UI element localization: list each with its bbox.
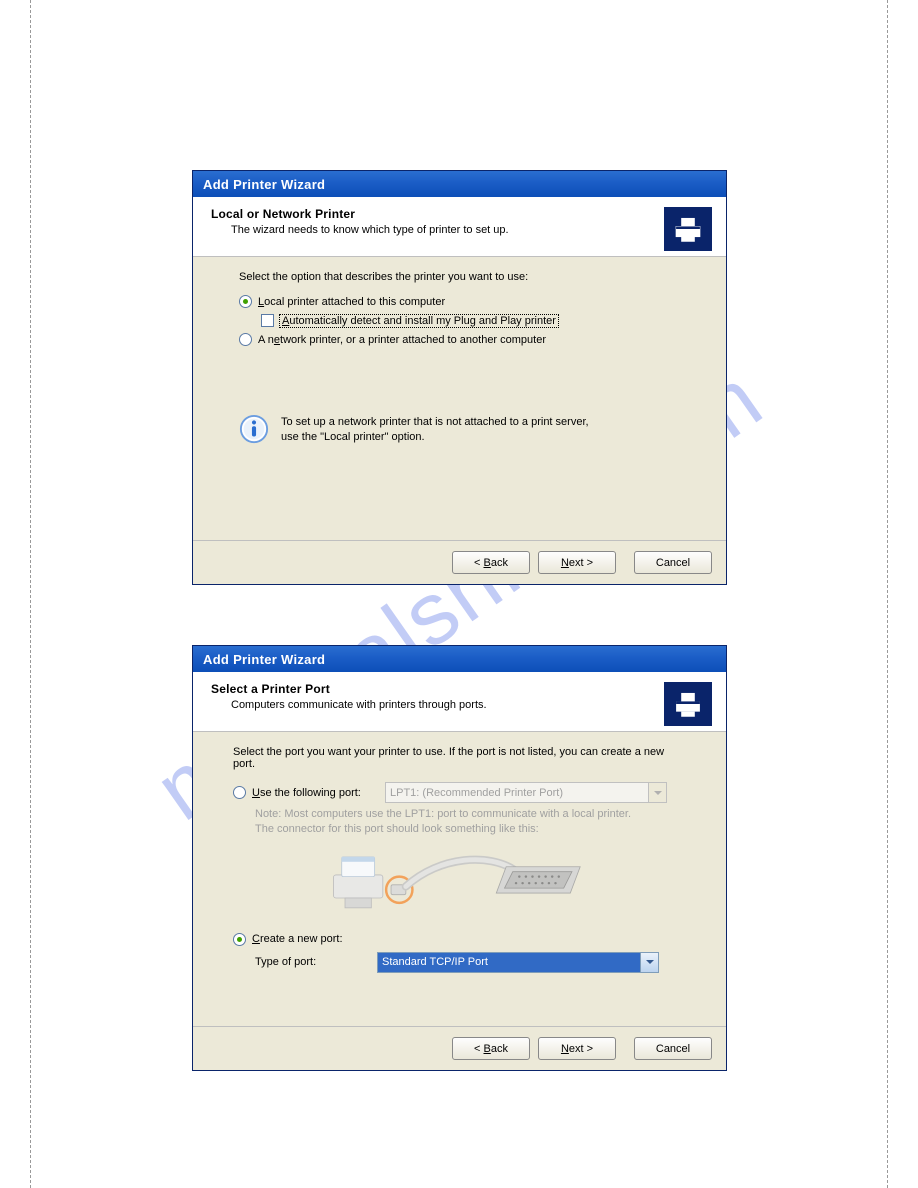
port-dropdown-value: LPT1: (Recommended Printer Port): [390, 787, 563, 799]
info-icon: [239, 414, 269, 444]
radio-use-label: Use the following port:: [252, 787, 361, 799]
radio-use-port-row: Use the following port: LPT1: (Recommend…: [233, 782, 708, 803]
cancel-button[interactable]: Cancel: [634, 551, 712, 574]
titlebar-text: Add Printer Wizard: [203, 652, 325, 667]
radio-network-label: A network printer, or a printer attached…: [258, 334, 546, 346]
printer-icon: [664, 207, 712, 251]
radio-local-indicator: [239, 295, 252, 308]
checkbox-autodetect-label: Automatically detect and install my Plug…: [280, 315, 558, 327]
radio-use-port[interactable]: Use the following port:: [233, 786, 375, 799]
radio-create-indicator: [233, 933, 246, 946]
header-subtitle: Computers communicate with printers thro…: [231, 699, 664, 711]
port-type-dropdown[interactable]: Standard TCP/IP Port: [377, 952, 659, 973]
radio-create-port[interactable]: Create a new port:: [233, 933, 708, 946]
radio-network-printer[interactable]: A network printer, or a printer attached…: [239, 333, 708, 346]
dialog-body: Select the port you want your printer to…: [193, 732, 726, 1026]
printer-icon: [664, 682, 712, 726]
back-button[interactable]: < Back: [452, 551, 530, 574]
add-printer-wizard-dialog-2: Add Printer Wizard Select a Printer Port…: [192, 645, 727, 1071]
checkbox-autodetect[interactable]: Automatically detect and install my Plug…: [261, 314, 708, 327]
chevron-down-icon[interactable]: [640, 953, 658, 972]
port-dropdown-disabled: LPT1: (Recommended Printer Port): [385, 782, 667, 803]
radio-create-label: Create a new port:: [252, 933, 343, 945]
dialog-footer: < Back Next > Cancel: [193, 540, 726, 584]
cancel-button[interactable]: Cancel: [634, 1037, 712, 1060]
titlebar-text: Add Printer Wizard: [203, 177, 325, 192]
checkbox-autodetect-box: [261, 314, 274, 327]
instruction-text: Select the option that describes the pri…: [239, 271, 708, 283]
radio-local-label: Local printer attached to this computer: [258, 296, 445, 308]
dialog-header: Select a Printer Port Computers communic…: [193, 672, 726, 732]
next-button[interactable]: Next >: [538, 551, 616, 574]
port-illustration: [255, 847, 708, 921]
dialog-body: Select the option that describes the pri…: [193, 257, 726, 540]
header-title: Local or Network Printer: [211, 207, 664, 221]
port-type-value: Standard TCP/IP Port: [382, 956, 488, 968]
radio-use-indicator: [233, 786, 246, 799]
chevron-down-icon: [648, 783, 666, 802]
port-note: Note: Most computers use the LPT1: port …: [255, 807, 708, 837]
type-of-port-row: Type of port: Standard TCP/IP Port: [255, 952, 708, 973]
next-button[interactable]: Next >: [538, 1037, 616, 1060]
info-hint: To set up a network printer that is not …: [239, 414, 708, 445]
dialog-header: Local or Network Printer The wizard need…: [193, 197, 726, 257]
dialog-footer: < Back Next > Cancel: [193, 1026, 726, 1070]
titlebar[interactable]: Add Printer Wizard: [193, 646, 726, 672]
radio-network-indicator: [239, 333, 252, 346]
type-of-port-label: Type of port:: [255, 956, 367, 968]
info-text: To set up a network printer that is not …: [281, 414, 589, 445]
header-title: Select a Printer Port: [211, 682, 664, 696]
radio-local-printer[interactable]: Local printer attached to this computer: [239, 295, 708, 308]
add-printer-wizard-dialog-1: Add Printer Wizard Local or Network Prin…: [192, 170, 727, 585]
back-button[interactable]: < Back: [452, 1037, 530, 1060]
header-subtitle: The wizard needs to know which type of p…: [231, 224, 664, 236]
instruction-text: Select the port you want your printer to…: [233, 746, 678, 770]
titlebar[interactable]: Add Printer Wizard: [193, 171, 726, 197]
